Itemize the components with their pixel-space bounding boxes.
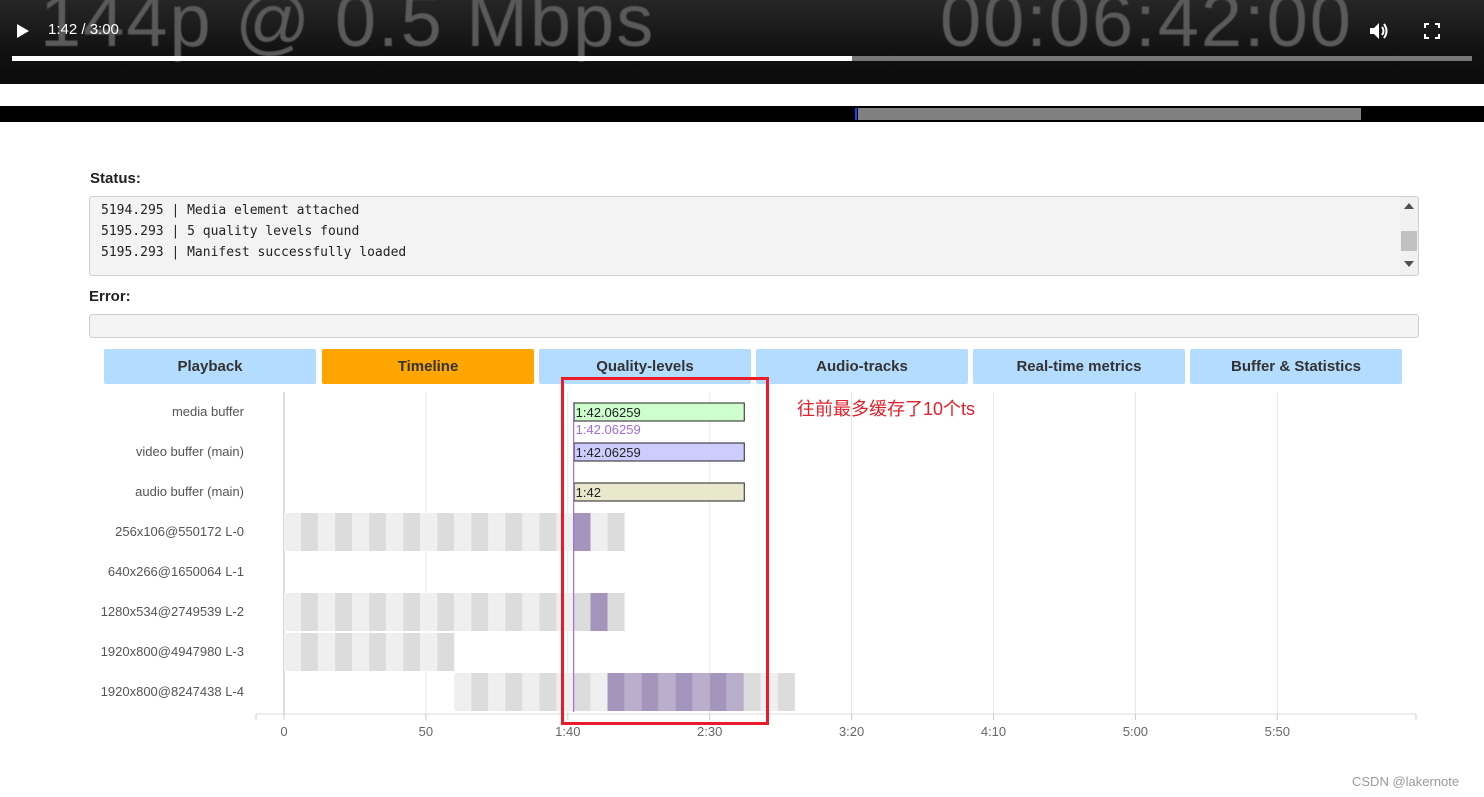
timeline-row-label: 640x266@1650064 L-1 bbox=[108, 564, 244, 579]
level-segment bbox=[539, 593, 557, 631]
level-segment bbox=[284, 633, 302, 671]
x-tick-label: 4:10 bbox=[981, 724, 1006, 739]
x-tick-label: 5:50 bbox=[1265, 724, 1290, 739]
timeline-row-label: media buffer bbox=[172, 404, 245, 419]
level-segment bbox=[539, 673, 557, 711]
timeline-row-label: video buffer (main) bbox=[136, 444, 244, 459]
level-segment bbox=[301, 633, 319, 671]
level-segment bbox=[454, 593, 472, 631]
x-tick-label: 5:00 bbox=[1123, 724, 1148, 739]
level-segment bbox=[335, 633, 353, 671]
level-segment bbox=[454, 513, 472, 551]
level-segment bbox=[437, 513, 455, 551]
level-segment bbox=[301, 513, 319, 551]
annotation-highlight-box bbox=[561, 377, 769, 725]
timeline-row-label: audio buffer (main) bbox=[135, 484, 244, 499]
level-segment bbox=[522, 513, 540, 551]
level-segment bbox=[777, 673, 795, 711]
level-segment bbox=[284, 593, 302, 631]
level-segment bbox=[522, 673, 540, 711]
level-segment bbox=[437, 633, 455, 671]
level-segment bbox=[471, 513, 489, 551]
x-tick-label: 3:20 bbox=[839, 724, 864, 739]
level-segment bbox=[369, 633, 387, 671]
x-tick-label: 50 bbox=[419, 724, 433, 739]
watermark: CSDN @lakernote bbox=[1352, 774, 1460, 789]
level-segment bbox=[488, 513, 506, 551]
level-segment bbox=[352, 633, 370, 671]
level-segment bbox=[522, 593, 540, 631]
level-segment bbox=[505, 513, 523, 551]
level-segment bbox=[471, 593, 489, 631]
level-segment bbox=[420, 633, 438, 671]
level-segment bbox=[505, 593, 523, 631]
level-segment bbox=[488, 673, 506, 711]
level-segment bbox=[420, 513, 438, 551]
level-segment bbox=[386, 633, 404, 671]
level-segment bbox=[301, 593, 319, 631]
level-segment bbox=[284, 513, 302, 551]
level-segment bbox=[318, 633, 336, 671]
level-segment bbox=[420, 593, 438, 631]
level-segment bbox=[539, 513, 557, 551]
timeline-row-label: 1920x800@4947980 L-3 bbox=[101, 644, 244, 659]
timeline-row-label: 1920x800@8247438 L-4 bbox=[101, 684, 244, 699]
level-segment bbox=[403, 513, 421, 551]
annotation-text: 往前最多缓存了10个ts bbox=[797, 399, 976, 419]
x-tick-label: 2:30 bbox=[697, 724, 722, 739]
level-segment bbox=[386, 513, 404, 551]
x-tick-label: 0 bbox=[280, 724, 287, 739]
level-segment bbox=[335, 513, 353, 551]
level-segment bbox=[386, 593, 404, 631]
level-segment bbox=[488, 593, 506, 631]
level-segment bbox=[403, 633, 421, 671]
level-segment bbox=[318, 593, 336, 631]
timeline-row-label: 256x106@550172 L-0 bbox=[115, 524, 244, 539]
level-segment bbox=[369, 513, 387, 551]
level-segment bbox=[403, 593, 421, 631]
level-segment bbox=[352, 593, 370, 631]
level-segment bbox=[318, 513, 336, 551]
level-segment bbox=[454, 673, 472, 711]
level-segment bbox=[335, 593, 353, 631]
level-segment bbox=[471, 673, 489, 711]
timeline-row-label: 1280x534@2749539 L-2 bbox=[101, 604, 244, 619]
level-segment bbox=[505, 673, 523, 711]
level-segment bbox=[437, 593, 455, 631]
x-tick-label: 1:40 bbox=[555, 724, 580, 739]
level-segment bbox=[352, 513, 370, 551]
level-segment bbox=[369, 593, 387, 631]
